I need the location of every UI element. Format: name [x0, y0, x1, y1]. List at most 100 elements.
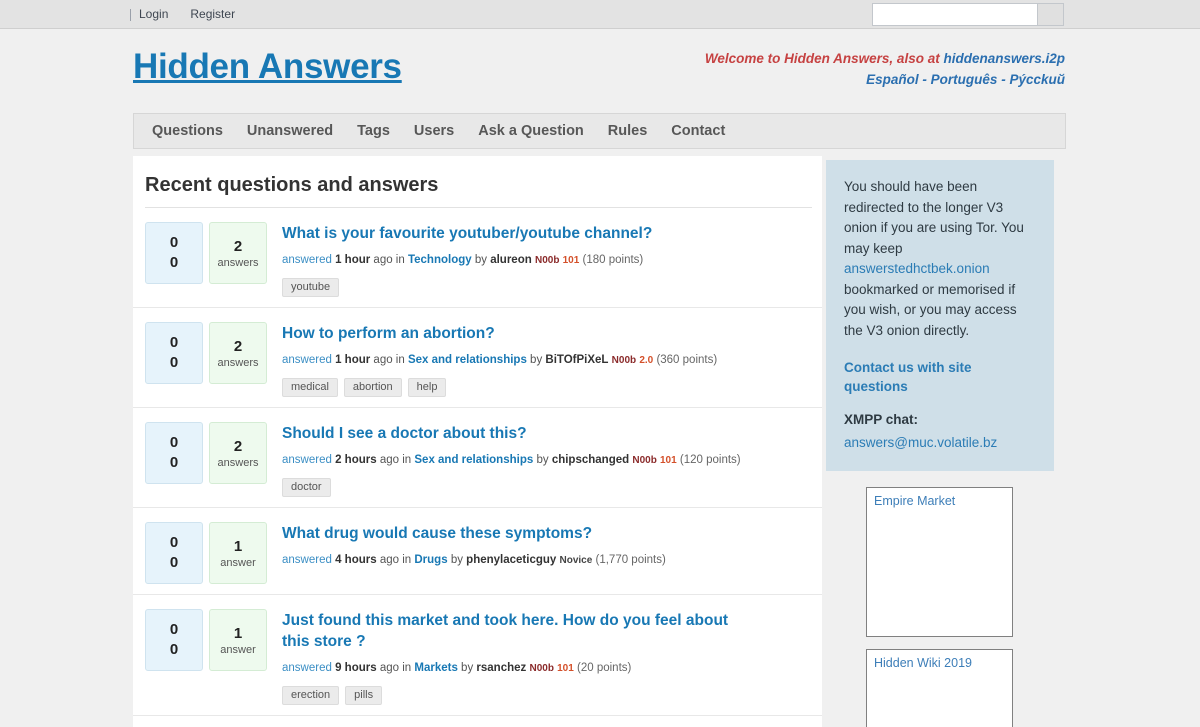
- question-tags: doctor: [282, 477, 812, 497]
- vote-count-box: 00: [145, 522, 203, 584]
- question-author-link[interactable]: BiTOfPiXeL: [545, 354, 608, 366]
- question-tags: medical abortion help: [282, 377, 812, 397]
- question-meta: answered 4 hours ago in Drugs by phenyla…: [282, 553, 812, 568]
- vote-count-box: 00: [145, 422, 203, 484]
- login-link[interactable]: Login: [139, 0, 168, 29]
- question-action: answered: [282, 662, 332, 674]
- question-author-rank: N00b: [529, 663, 553, 674]
- contact-us-link[interactable]: Contact us with site questions: [844, 358, 1036, 396]
- tag-link[interactable]: medical: [282, 378, 338, 397]
- question-by-label: by: [451, 554, 463, 566]
- question-counts: 002answers: [145, 222, 267, 297]
- answer-count-label: answers: [218, 257, 259, 269]
- question-category-link[interactable]: Sex and relationships: [408, 354, 527, 366]
- language-switcher: Español - Português - Pýcckuй: [705, 69, 1065, 90]
- nav-item-unanswered[interactable]: Unanswered: [237, 114, 343, 148]
- question-ago-label: ago in: [380, 554, 411, 566]
- main-navigation: Questions Unanswered Tags Users Ask a Qu…: [133, 113, 1066, 149]
- nav-item-tags[interactable]: Tags: [347, 114, 400, 148]
- welcome-message: Welcome to Hidden Answers, also at hidde…: [705, 48, 1065, 69]
- question-title-link[interactable]: Just found this market and took here. Ho…: [282, 610, 742, 652]
- i2p-mirror-link[interactable]: hiddenanswers.i2p: [943, 51, 1065, 66]
- question-time: 2 hours: [335, 454, 377, 466]
- question-ago-label: ago in: [373, 254, 404, 266]
- question-author-rank-level: 2.0: [639, 355, 653, 366]
- question-title-link[interactable]: What is your favourite youtuber/youtube …: [282, 223, 652, 244]
- answer-count-box: 2answers: [209, 222, 267, 284]
- tag-link[interactable]: pills: [345, 686, 382, 705]
- nav-item-users[interactable]: Users: [404, 114, 464, 148]
- question-title-link[interactable]: What drug would cause these symptoms?: [282, 523, 592, 544]
- question-by-label: by: [536, 454, 548, 466]
- question-author-points: (1,770 points): [596, 554, 666, 566]
- nav-item-questions[interactable]: Questions: [142, 114, 233, 148]
- question-time: 1 hour: [335, 354, 370, 366]
- vote-up-count: 0: [170, 433, 178, 453]
- tag-link[interactable]: doctor: [282, 478, 331, 497]
- language-link-pt[interactable]: Português: [931, 72, 998, 87]
- question-body: Just found this market and took here. Ho…: [282, 609, 812, 705]
- search-input[interactable]: [872, 3, 1037, 26]
- question-title-link[interactable]: How to perform an abortion?: [282, 323, 495, 344]
- vote-count-box: 00: [145, 222, 203, 284]
- answer-count-label: answers: [218, 357, 259, 369]
- question-category-link[interactable]: Drugs: [414, 554, 447, 566]
- answer-count-box: 2answers: [209, 422, 267, 484]
- question-ago-label: ago in: [380, 454, 411, 466]
- ad-link-hidden-wiki[interactable]: Hidden Wiki 2019: [874, 656, 972, 670]
- question-time: 9 hours: [335, 662, 377, 674]
- question-meta: answered 1 hour ago in Technology by alu…: [282, 253, 812, 268]
- question-author-link[interactable]: chipschanged: [552, 454, 629, 466]
- question-title-link[interactable]: Should I see a doctor about this?: [282, 423, 527, 444]
- question-list-item: 002answersShould I see a doctor about th…: [133, 408, 822, 508]
- xmpp-chat-link[interactable]: answers@muc.volatile.bz: [844, 433, 1036, 454]
- sidebar-notice: You should have been redirected to the l…: [826, 160, 1054, 471]
- nav-item-rules[interactable]: Rules: [598, 114, 658, 148]
- welcome-text: Welcome to Hidden Answers, also at: [705, 51, 944, 66]
- vote-up-count: 0: [170, 233, 178, 253]
- question-author-rank: N00b: [632, 455, 656, 466]
- question-counts: 001answer: [145, 522, 267, 584]
- nav-item-ask-a-question[interactable]: Ask a Question: [468, 114, 594, 148]
- tag-link[interactable]: abortion: [344, 378, 402, 397]
- ad-box-empire-market[interactable]: Empire Market: [866, 487, 1013, 637]
- vote-down-count: 0: [170, 453, 178, 473]
- welcome-block: Welcome to Hidden Answers, also at hidde…: [705, 48, 1065, 90]
- language-separator-1: -: [922, 72, 927, 87]
- answer-count-box: 1answer: [209, 609, 267, 671]
- ad-link-empire-market[interactable]: Empire Market: [874, 494, 955, 508]
- question-tags: youtube: [282, 277, 812, 297]
- question-ago-label: ago in: [380, 662, 411, 674]
- question-body: How to perform an abortion? answered 1 ho…: [282, 322, 812, 397]
- tag-link[interactable]: youtube: [282, 278, 339, 297]
- question-by-label: by: [461, 662, 473, 674]
- question-category-link[interactable]: Sex and relationships: [414, 454, 533, 466]
- question-author-link[interactable]: rsanchez: [476, 662, 526, 674]
- top-user-links: Login Register: [130, 0, 257, 29]
- ad-box-hidden-wiki[interactable]: Hidden Wiki 2019: [866, 649, 1013, 727]
- answer-count-label: answers: [218, 457, 259, 469]
- v2-onion-link[interactable]: answerstedhctbek.onion: [844, 261, 990, 276]
- tag-link[interactable]: help: [408, 378, 447, 397]
- nav-item-contact[interactable]: Contact: [661, 114, 735, 148]
- question-category-link[interactable]: Markets: [414, 662, 457, 674]
- answer-count: 1: [234, 625, 242, 642]
- vote-down-count: 0: [170, 353, 178, 373]
- question-author-link[interactable]: alureon: [490, 254, 532, 266]
- question-author-rank-level: 101: [563, 255, 580, 266]
- site-logo-title[interactable]: Hidden Answers: [133, 47, 402, 87]
- question-author-rank-level: 101: [557, 663, 574, 674]
- search-form: [872, 3, 1064, 26]
- language-link-es[interactable]: Español: [866, 72, 919, 87]
- question-author-rank: N00b: [535, 255, 559, 266]
- vote-count-box: 00: [145, 322, 203, 384]
- question-author-link[interactable]: phenylaceticguy: [466, 554, 556, 566]
- sidebar-notice-text-2: bookmarked or memorised if you wish, or …: [844, 282, 1017, 338]
- question-category-link[interactable]: Technology: [408, 254, 472, 266]
- tag-link[interactable]: erection: [282, 686, 339, 705]
- search-button[interactable]: [1037, 3, 1064, 26]
- register-link[interactable]: Register: [190, 0, 235, 29]
- question-meta: answered 9 hours ago in Markets by rsanc…: [282, 661, 812, 676]
- question-meta: answered 1 hour ago in Sex and relations…: [282, 353, 812, 368]
- language-link-ru[interactable]: Pýcckuй: [1009, 72, 1065, 87]
